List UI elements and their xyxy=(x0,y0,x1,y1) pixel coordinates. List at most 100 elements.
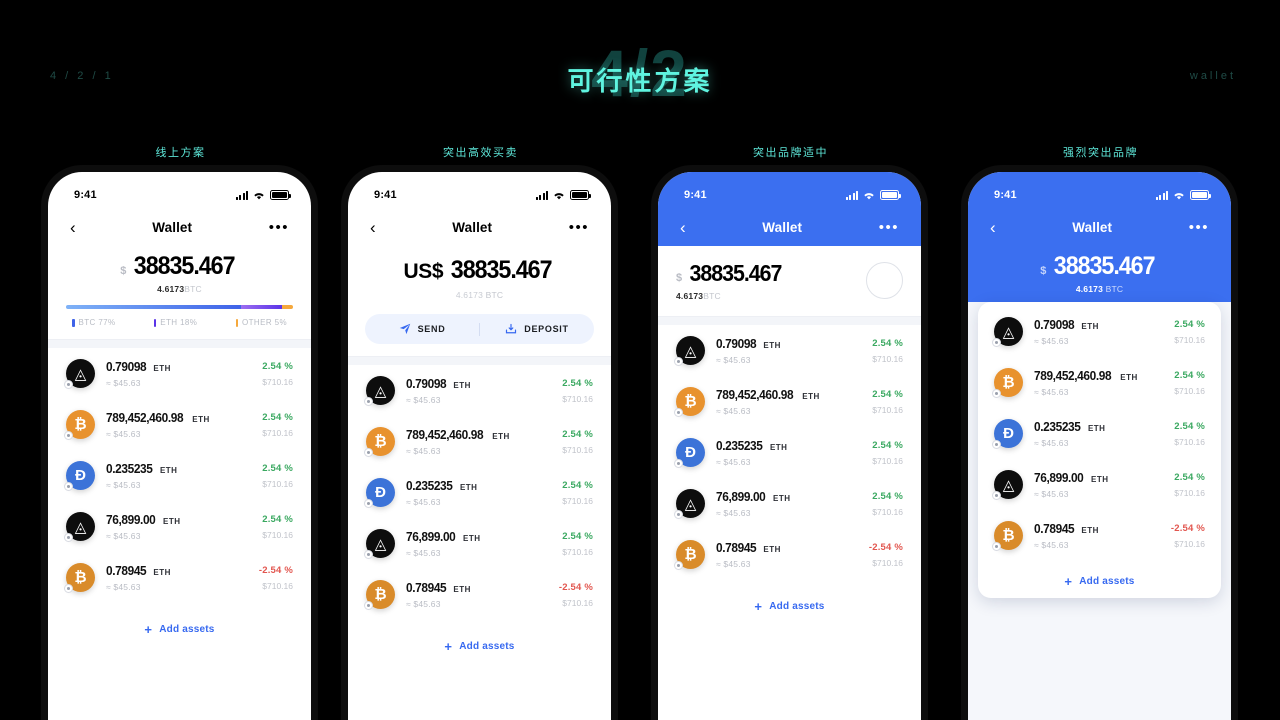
asset-value: $710.16 xyxy=(262,580,293,591)
btc-amount: 4.6173 xyxy=(455,290,484,300)
balance-block: $ 38835.467 4.6173 BTC xyxy=(968,246,1231,294)
deposit-button[interactable]: DEPOSIT xyxy=(480,323,594,335)
add-assets-button-2[interactable]: + Add assets xyxy=(348,620,611,653)
nav-bar: ‹ Wallet ••• xyxy=(658,208,921,246)
asset-row[interactable]: ◬ 0.79098 ETH ≈ $45.63 2.54 % $710.16 xyxy=(364,365,595,416)
balance-row: $ 38835.467 xyxy=(676,260,785,287)
asset-amount: 789,452,460.98 xyxy=(716,387,794,402)
asset-symbol: ETH xyxy=(159,465,178,475)
eos-coin-icon: ◬ xyxy=(992,470,1023,500)
asset-row[interactable]: Ð 0.235235 ETH ≈ $45.63 2.54 % $710.16 xyxy=(364,467,595,518)
asset-change-percent: 2.54 % xyxy=(1174,420,1205,432)
asset-fiat-equivalent: ≈ $45.63 xyxy=(106,377,141,388)
allocation-bar xyxy=(66,305,293,309)
asset-row[interactable]: ◬ 76,899.00 ETH ≈ $45.63 2.54 % $710.16 xyxy=(992,459,1207,510)
asset-info: 0.78945 ETH ≈ $45.63 xyxy=(716,541,858,569)
status-bar: 9:41 xyxy=(658,172,921,208)
more-options-button[interactable]: ••• xyxy=(569,220,589,235)
asset-row[interactable]: ₿ 789,452,460.98 ETH ≈ $45.63 2.54 % $710.16 xyxy=(364,416,595,467)
asset-fiat-equivalent: ≈ $45.63 xyxy=(106,479,141,490)
asset-performance: 2.54 % $710.16 xyxy=(1174,319,1205,345)
asset-amount-line: 0.235235 ETH xyxy=(406,479,551,493)
add-assets-button-1[interactable]: + Add assets xyxy=(48,603,311,636)
asset-row[interactable]: ◬ 0.79098 ETH ≈ $45.63 2.54 % $710.16 xyxy=(674,325,905,376)
asset-performance: 2.54 % $710.16 xyxy=(872,440,903,466)
slide-title-block: 4/2 可行性方案 xyxy=(0,40,1280,114)
bitcoin-coin-icon: ₿ xyxy=(64,563,95,593)
asset-fiat-equivalent: ≈ $45.63 xyxy=(406,547,441,558)
asset-amount: 76,899.00 xyxy=(716,489,766,504)
asset-row[interactable]: ₿ 0.78945 ETH ≈ $45.63 -2.54 % $710.16 xyxy=(992,510,1207,561)
asset-info: 0.235235 ETH ≈ $45.63 xyxy=(106,462,251,490)
eos-coin-icon: ◬ xyxy=(674,336,705,366)
asset-row[interactable]: Ð 0.235235 ETH ≈ $45.63 2.54 % $710.16 xyxy=(674,427,905,478)
back-button[interactable]: ‹ xyxy=(370,219,376,236)
asset-symbol: ETH xyxy=(1081,321,1099,331)
asset-row[interactable]: Ð 0.235235 ETH ≈ $45.63 2.54 % $710.16 xyxy=(992,408,1207,459)
asset-amount: 789,452,460.98 xyxy=(1034,368,1112,383)
bitcoin-coin-icon: ₿ xyxy=(674,387,705,417)
balance-amount: 38835.467 xyxy=(134,252,236,280)
asset-value: $710.16 xyxy=(262,376,293,387)
asset-amount: 0.235235 xyxy=(406,478,453,493)
slide-canvas: 4 / 2 / 1 wallet 4/2 可行性方案 线上方案 突出高效买卖 突… xyxy=(0,0,1280,720)
asset-amount-line: 789,452,460.98 ETH xyxy=(1034,369,1163,383)
asset-row[interactable]: ◬ 76,899.00 ETH ≈ $45.63 2.54 % $710.16 xyxy=(674,478,905,529)
allocation-chart: BTC 77% ETH 18% OTHER 5% xyxy=(48,305,311,327)
asset-row[interactable]: ◬ 76,899.00 ETH ≈ $45.63 2.54 % $710.16 xyxy=(364,518,595,569)
asset-amount: 0.78945 xyxy=(406,580,447,595)
asset-row[interactable]: ◬ 76,899.00 ETH ≈ $45.63 2.54 % $710.16 xyxy=(64,501,295,552)
asset-symbol: ETH xyxy=(763,340,781,350)
back-button[interactable]: ‹ xyxy=(990,219,996,236)
more-options-button[interactable]: ••• xyxy=(879,220,899,235)
coin-network-badge xyxy=(674,357,683,366)
asset-info: 76,899.00 ETH ≈ $45.63 xyxy=(406,530,551,558)
allocation-legend: BTC 77% ETH 18% OTHER 5% xyxy=(66,318,293,327)
asset-row[interactable]: ₿ 0.78945 ETH ≈ $45.63 -2.54 % $710.16 xyxy=(364,569,595,620)
plus-icon: + xyxy=(1064,574,1073,589)
asset-row[interactable]: ₿ 789,452,460.98 ETH ≈ $45.63 2.54 % $710.16 xyxy=(64,399,295,450)
asset-amount: 0.79098 xyxy=(406,376,447,391)
asset-row[interactable]: ₿ 789,452,460.98 ETH ≈ $45.63 2.54 % $710.16 xyxy=(992,357,1207,408)
battery-icon xyxy=(880,190,901,200)
asset-row[interactable]: ◬ 0.79098 ETH ≈ $45.63 2.54 % $710.16 xyxy=(64,348,295,399)
more-options-button[interactable]: ••• xyxy=(269,220,289,235)
asset-row[interactable]: ₿ 789,452,460.98 ETH ≈ $45.63 2.54 % $710.16 xyxy=(674,376,905,427)
coin-network-badge xyxy=(674,408,683,417)
asset-row[interactable]: Ð 0.235235 ETH ≈ $45.63 2.54 % $710.16 xyxy=(64,450,295,501)
btc-amount: 4.6173 xyxy=(1075,284,1104,294)
asset-row[interactable]: ₿ 0.78945 ETH ≈ $45.63 -2.54 % $710.16 xyxy=(64,552,295,603)
asset-value: $710.16 xyxy=(1174,385,1205,396)
asset-change-percent: -2.54 % xyxy=(558,581,593,593)
asset-fiat-equivalent: ≈ $45.63 xyxy=(1034,539,1069,550)
section-divider xyxy=(48,339,311,348)
asset-amount-line: 789,452,460.98 ETH xyxy=(716,388,861,402)
coin-network-badge xyxy=(364,550,373,559)
status-time: 9:41 xyxy=(994,189,1017,201)
add-assets-button-3[interactable]: + Add assets xyxy=(658,580,921,613)
asset-performance: 2.54 % $710.16 xyxy=(562,378,593,404)
asset-fiat-equivalent: ≈ $45.63 xyxy=(1034,386,1069,397)
legend-item-eth: ETH 18% xyxy=(153,318,198,327)
asset-fiat-equivalent: ≈ $45.63 xyxy=(406,496,441,507)
status-bar: 9:41 xyxy=(968,172,1231,208)
more-options-button[interactable]: ••• xyxy=(1189,220,1209,235)
bitcoin-coin-icon: ₿ xyxy=(364,427,395,457)
back-button[interactable]: ‹ xyxy=(680,219,686,236)
back-button[interactable]: ‹ xyxy=(70,219,76,236)
send-button[interactable]: SEND xyxy=(365,323,479,335)
coin-network-badge xyxy=(64,431,73,440)
asset-amount-line: 0.235235 ETH xyxy=(106,462,251,476)
asset-amount-line: 0.79098 ETH xyxy=(106,360,251,374)
dash-coin-icon: Ð xyxy=(992,419,1023,449)
add-assets-label: Add assets xyxy=(459,641,515,652)
asset-row[interactable]: ₿ 0.78945 ETH ≈ $45.63 -2.54 % $710.16 xyxy=(674,529,905,580)
asset-symbol: ETH xyxy=(153,363,171,373)
asset-amount: 76,899.00 xyxy=(1034,470,1084,485)
action-buttons: SEND DEPOSIT xyxy=(365,314,594,344)
asset-performance: 2.54 % $710.16 xyxy=(562,429,593,455)
add-assets-button-4[interactable]: + Add assets xyxy=(978,561,1221,588)
asset-amount-line: 76,899.00 ETH xyxy=(406,530,551,544)
balance-amount: 38835.467 xyxy=(1054,252,1156,280)
asset-row[interactable]: ◬ 0.79098 ETH ≈ $45.63 2.54 % $710.16 xyxy=(992,306,1207,357)
